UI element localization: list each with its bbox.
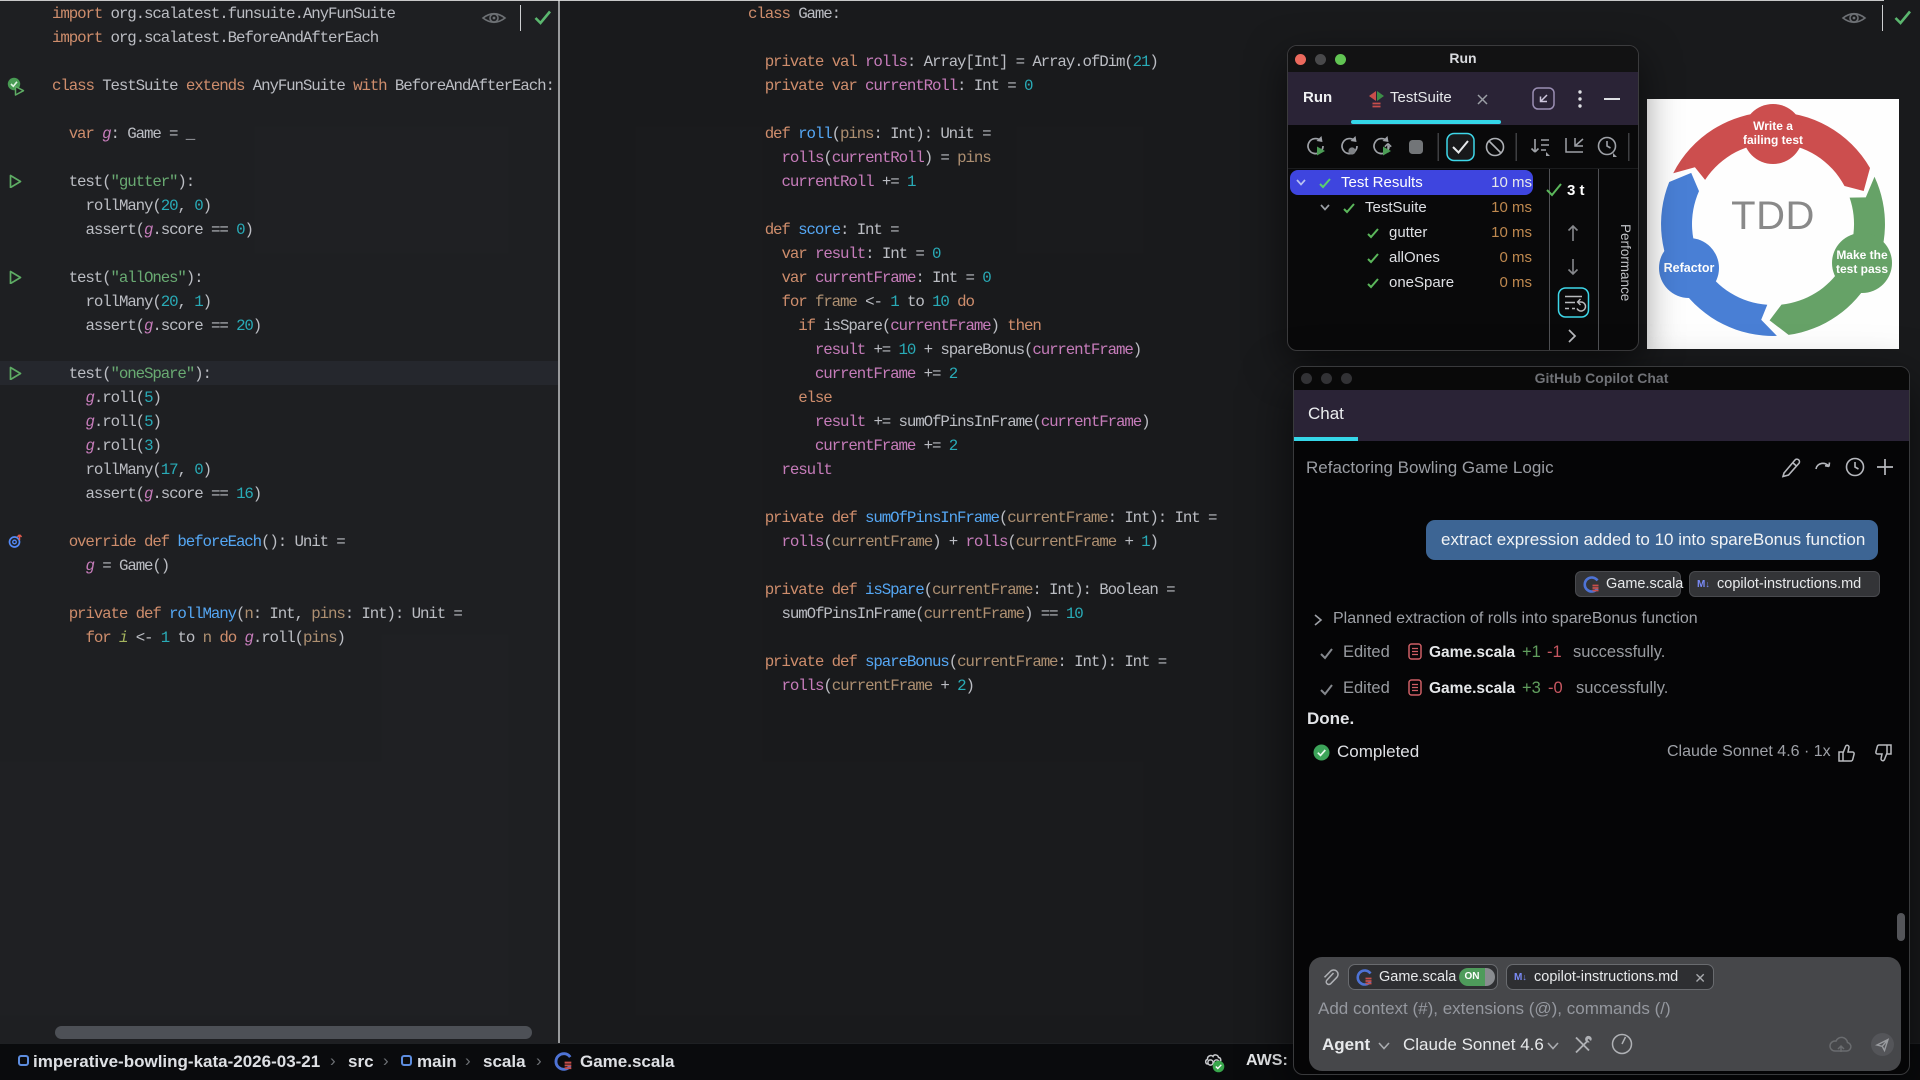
svg-text:Write a: Write a bbox=[1753, 119, 1793, 133]
svg-text:Refactor: Refactor bbox=[1664, 261, 1715, 275]
svg-text:TDD: TDD bbox=[1731, 194, 1815, 238]
svg-text:Make the: Make the bbox=[1836, 248, 1888, 262]
svg-text:failing test: failing test bbox=[1743, 133, 1803, 147]
svg-text:3 t: 3 t bbox=[1567, 182, 1585, 199]
svg-text:test pass: test pass bbox=[1836, 262, 1888, 276]
